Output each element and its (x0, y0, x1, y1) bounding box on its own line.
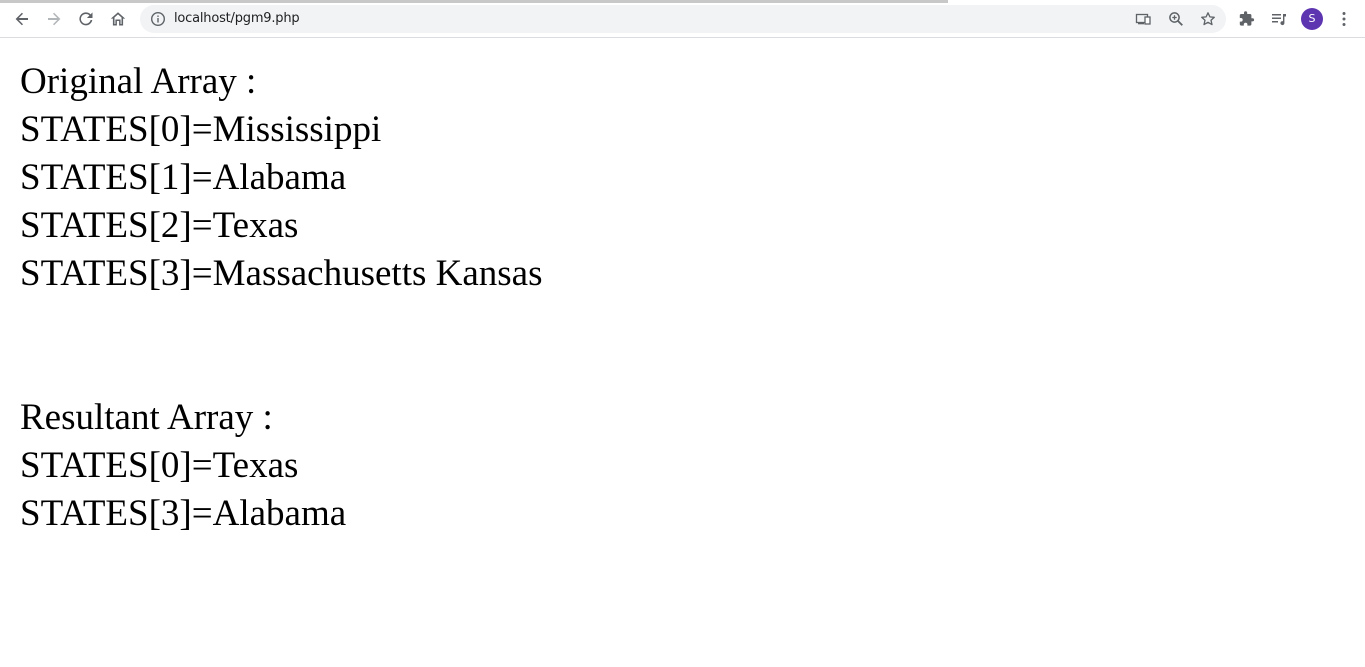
arrow-left-icon (15, 12, 28, 26)
menu-button[interactable] (1331, 6, 1357, 32)
cast-button[interactable] (1134, 10, 1152, 28)
original-array-item: STATES[2]=Texas (20, 205, 299, 246)
bookmark-button[interactable] (1199, 10, 1217, 28)
resultant-array-item: STATES[3]=Alabama (20, 493, 347, 534)
cast-icon (1135, 13, 1151, 25)
url-text[interactable]: localhost/pgm9.php (174, 11, 300, 27)
star-icon (1201, 12, 1215, 26)
zoom-icon (1169, 12, 1183, 26)
original-array-item: STATES[1]=Alabama (20, 157, 347, 198)
arrow-right-icon (48, 12, 61, 26)
back-button[interactable] (9, 6, 35, 32)
page-content: Original Array : STATES[0]=Mississippi S… (20, 58, 542, 538)
media-controls-button[interactable] (1266, 6, 1292, 32)
kebab-menu-icon (1342, 12, 1346, 26)
resultant-array-item: STATES[0]=Texas (20, 445, 299, 486)
info-icon[interactable] (150, 11, 166, 27)
puzzle-icon (1239, 11, 1255, 26)
profile-avatar[interactable]: S (1301, 8, 1323, 30)
extensions-button[interactable] (1234, 6, 1260, 32)
media-queue-icon (1272, 14, 1286, 26)
line-break-spacer (20, 298, 542, 394)
forward-button[interactable] (41, 6, 67, 32)
original-array-heading: Original Array : (20, 61, 257, 102)
resultant-array-heading: Resultant Array : (20, 397, 273, 438)
browser-toolbar: localhost/pgm9.php S (0, 0, 1365, 38)
home-button[interactable] (105, 6, 131, 32)
address-bar[interactable]: localhost/pgm9.php (140, 5, 1226, 33)
reload-icon (79, 12, 93, 26)
zoom-button[interactable] (1167, 10, 1185, 28)
original-array-item: STATES[0]=Mississippi (20, 109, 382, 150)
home-icon (110, 12, 126, 26)
reload-button[interactable] (73, 6, 99, 32)
page-load-progress-bar (0, 0, 948, 3)
original-array-item: STATES[3]=Massachusetts Kansas (20, 253, 543, 294)
